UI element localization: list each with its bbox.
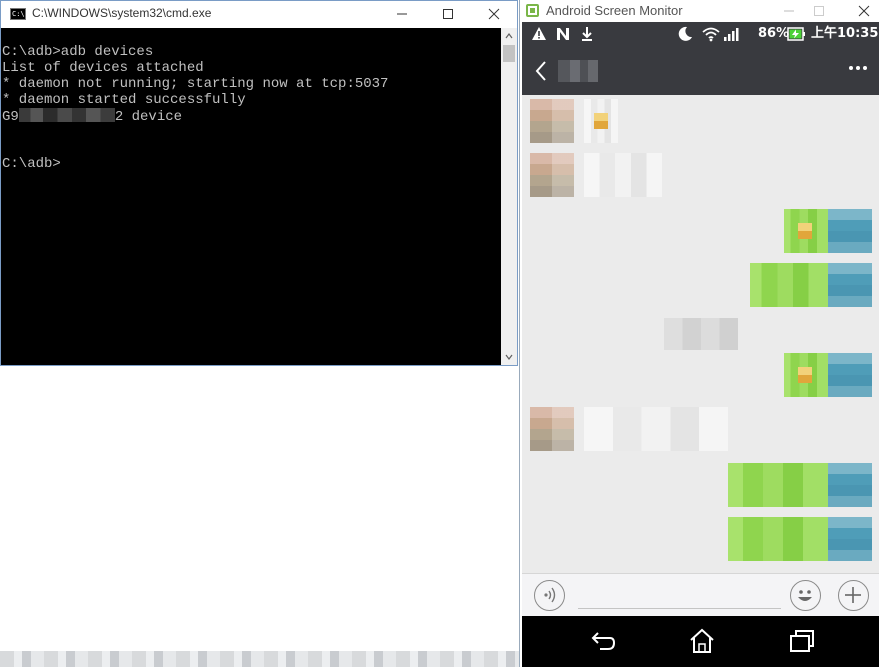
close-icon bbox=[488, 8, 500, 20]
minimize-icon bbox=[784, 10, 794, 12]
n-icon bbox=[557, 28, 569, 40]
battery-percent: 86% bbox=[758, 26, 790, 41]
chat-messages[interactable] bbox=[522, 95, 879, 573]
asm-close-button[interactable] bbox=[841, 0, 879, 24]
message-bubble-received[interactable] bbox=[584, 407, 728, 451]
clock-time: 上午10:35 bbox=[811, 26, 879, 41]
nav-home-icon[interactable] bbox=[688, 627, 716, 655]
sticker-icon bbox=[594, 113, 608, 129]
cmd-minimize-button[interactable] bbox=[379, 1, 425, 27]
message-bubble-received[interactable] bbox=[584, 153, 662, 197]
maximize-icon bbox=[443, 9, 453, 19]
terminal-line: C:\adb>adb devices bbox=[2, 44, 154, 60]
android-nav-bar bbox=[522, 616, 879, 667]
device-serial-redacted bbox=[18, 108, 115, 122]
avatar-self[interactable] bbox=[828, 353, 872, 397]
status-bar: 86% 上午10:35 bbox=[522, 22, 879, 47]
message-bubble-sent[interactable] bbox=[728, 463, 828, 507]
terminal-line: * daemon not running; starting now at tc… bbox=[2, 76, 389, 92]
battery-charging-icon bbox=[787, 27, 805, 41]
download-icon bbox=[582, 27, 592, 41]
terminal-line-empty bbox=[2, 140, 388, 156]
avatar-self[interactable] bbox=[828, 463, 872, 507]
terminal-line-device: G9 2 device bbox=[2, 108, 388, 125]
close-icon bbox=[858, 5, 870, 17]
cmd-icon-glyph: C:\ bbox=[12, 10, 25, 18]
scroll-down-icon[interactable] bbox=[505, 353, 513, 361]
message-input[interactable] bbox=[578, 608, 781, 609]
asm-window-title: Android Screen Monitor bbox=[546, 3, 683, 18]
terminal-line: List of devices attached bbox=[2, 60, 204, 76]
emoji-icon bbox=[798, 590, 812, 601]
cmd-maximize-button[interactable] bbox=[425, 1, 471, 27]
cmd-window-title: C:\WINDOWS\system32\cmd.exe bbox=[32, 6, 212, 20]
avatar-self[interactable] bbox=[828, 517, 872, 561]
device-serial-prefix: G9 bbox=[2, 109, 19, 125]
avatar[interactable] bbox=[530, 153, 574, 197]
maximize-icon bbox=[814, 6, 824, 16]
moon-icon bbox=[678, 26, 692, 41]
terminal-line-empty bbox=[2, 124, 388, 140]
asm-maximize-button[interactable] bbox=[796, 0, 842, 24]
asm-window[interactable]: Android Screen Monitor 86% 上午10:35 bbox=[519, 0, 879, 667]
terminal-prompt[interactable]: C:\adb> bbox=[2, 156, 388, 172]
desktop-background bbox=[0, 651, 520, 667]
message-bubble-sent[interactable] bbox=[750, 263, 828, 307]
scroll-thumb[interactable] bbox=[503, 45, 515, 62]
sticker-icon bbox=[798, 223, 812, 239]
avatar[interactable] bbox=[530, 407, 574, 451]
contact-name-redacted bbox=[558, 60, 598, 82]
sticker-icon bbox=[798, 367, 812, 383]
desktop: C:\ C:\WINDOWS\system32\cmd.exe C:\adb>a… bbox=[0, 0, 879, 667]
emoji-button[interactable] bbox=[790, 580, 821, 611]
asm-app-icon bbox=[526, 4, 539, 17]
back-icon[interactable] bbox=[534, 60, 548, 82]
device-status: 2 device bbox=[114, 109, 183, 125]
voice-icon bbox=[544, 587, 556, 603]
more-icon[interactable] bbox=[848, 65, 868, 71]
message-bubble-sent[interactable] bbox=[728, 517, 828, 561]
avatar[interactable] bbox=[530, 99, 574, 143]
chat-header bbox=[522, 47, 879, 95]
cmd-app-icon: C:\ bbox=[10, 8, 26, 20]
avatar-self[interactable] bbox=[828, 263, 872, 307]
cmd-titlebar[interactable]: C:\ C:\WINDOWS\system32\cmd.exe bbox=[1, 1, 517, 28]
more-features-button[interactable] bbox=[838, 580, 869, 611]
terminal-output[interactable]: C:\adb>adb devices List of devices attac… bbox=[1, 28, 501, 365]
wifi-icon bbox=[702, 27, 720, 42]
cmd-scrollbar[interactable] bbox=[501, 28, 517, 365]
terminal-line: * daemon started successfully bbox=[2, 92, 246, 108]
cmd-window[interactable]: C:\ C:\WINDOWS\system32\cmd.exe C:\adb>a… bbox=[0, 0, 518, 366]
scroll-up-icon[interactable] bbox=[505, 32, 513, 40]
warning-icon bbox=[532, 27, 546, 40]
signal-icon bbox=[724, 28, 739, 41]
nav-recents-icon[interactable] bbox=[788, 627, 816, 655]
chat-input-bar bbox=[522, 573, 879, 616]
voice-button[interactable] bbox=[534, 580, 565, 611]
minimize-icon bbox=[397, 13, 407, 15]
cmd-close-button[interactable] bbox=[471, 1, 517, 27]
phone-screen[interactable]: 86% 上午10:35 bbox=[522, 22, 879, 667]
system-timestamp-redacted bbox=[664, 318, 738, 350]
nav-back-icon[interactable] bbox=[588, 627, 616, 655]
plus-icon bbox=[845, 587, 861, 603]
avatar-self[interactable] bbox=[828, 209, 872, 253]
asm-titlebar[interactable]: Android Screen Monitor bbox=[520, 0, 879, 22]
